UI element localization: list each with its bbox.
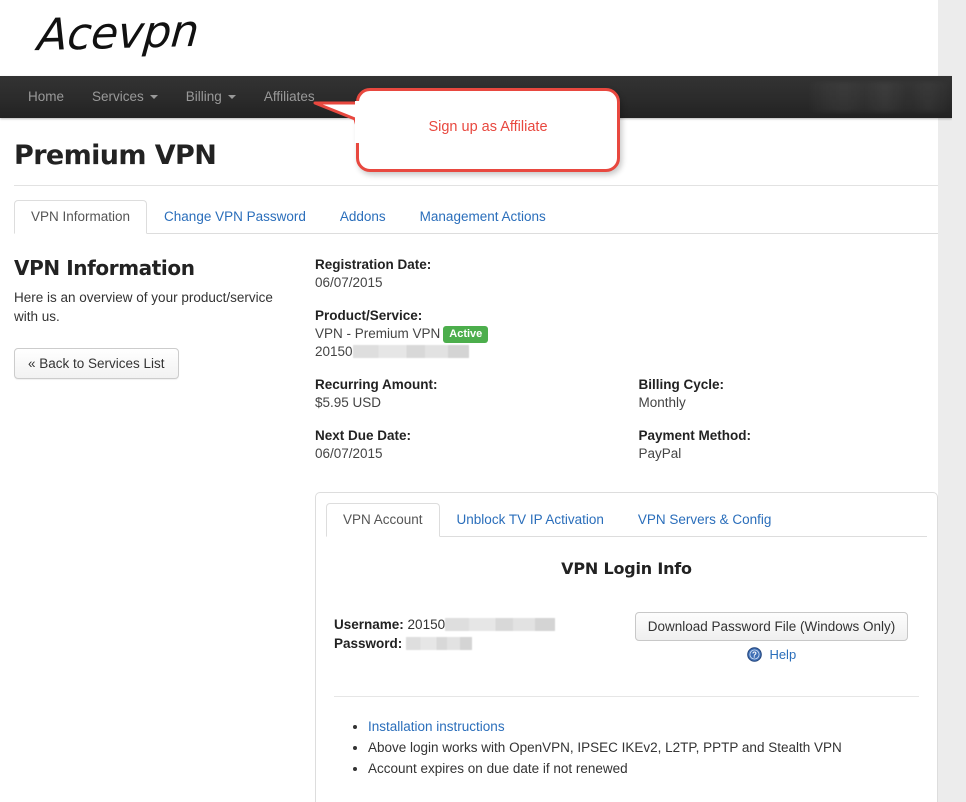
detail-col-left-2: Recurring Amount: $5.95 USD Next Due Dat… (315, 376, 627, 478)
password-line: Password: (334, 634, 624, 653)
nav-item-label: Services (92, 89, 144, 104)
site-logo[interactable]: Acevpn (36, 6, 201, 61)
installation-instructions-link[interactable]: Installation instructions (368, 719, 505, 734)
help-link[interactable]: Help (769, 647, 796, 662)
status-badge: Active (443, 326, 489, 343)
sidebar-title: VPN Information (14, 256, 195, 280)
page-root: Acevpn Home Services Billing Affiliates (0, 0, 952, 802)
redacted-block (352, 345, 469, 358)
tab-change-vpn-password[interactable]: Change VPN Password (147, 200, 323, 234)
sidebar-description: Here is an overview of your product/serv… (14, 290, 273, 324)
login-row: Username: 20150 Password: Download Passw… (334, 612, 919, 662)
download-password-file-button[interactable]: Download Password File (Windows Only) (634, 612, 909, 641)
credentials-block: Username: 20150 Password: (334, 612, 624, 653)
product-id-prefix: 20150 (315, 344, 353, 359)
page-scroll-strip[interactable] (938, 0, 952, 802)
nav-item-services[interactable]: Services (78, 76, 172, 118)
vpn-account-panel: VPN Account Unblock TV IP Activation VPN… (315, 492, 938, 802)
nav-item-home[interactable]: Home (14, 76, 78, 118)
question-circle-icon[interactable]: ? (747, 647, 762, 662)
sidebar-column: VPN Information Here is an overview of y… (14, 256, 306, 802)
details-column: Registration Date: 06/07/2015 Product/Se… (306, 256, 938, 802)
primary-tabs: VPN Information Change VPN Password Addo… (14, 200, 938, 234)
chevron-down-icon (149, 95, 158, 99)
site-header: Acevpn (0, 0, 952, 76)
redacted-block (406, 637, 473, 650)
download-block: Download Password File (Windows Only) ? … (624, 612, 919, 662)
body-row: VPN Information Here is an overview of y… (14, 256, 938, 802)
field-product-service: Product/Service: VPN - Premium VPN Active… (315, 307, 627, 361)
redacted-block (445, 618, 556, 631)
field-next-due-date: Next Due Date: 06/07/2015 (315, 427, 627, 463)
list-item: Above login works with OpenVPN, IPSEC IK… (368, 738, 919, 758)
list-item: Installation instructions (368, 717, 919, 737)
chevron-down-icon (227, 95, 236, 99)
svg-text:?: ? (752, 651, 757, 660)
product-id-line: 20150 (315, 343, 627, 361)
title-divider (14, 185, 938, 186)
list-item: Account expires on due date if not renew… (368, 759, 919, 779)
tab-unblock-tv-ip-activation[interactable]: Unblock TV IP Activation (440, 503, 621, 537)
field-registration-date: Registration Date: 06/07/2015 (315, 256, 627, 292)
detail-col-left: Registration Date: 06/07/2015 Product/Se… (315, 256, 627, 376)
detail-col-right-top (627, 256, 939, 376)
help-row: ? Help (624, 647, 919, 662)
field-label: Recurring Amount: (315, 377, 438, 392)
affiliate-callout-text: Sign up as Affiliate (428, 119, 548, 135)
tab-vpn-information[interactable]: VPN Information (14, 200, 148, 234)
back-to-services-list-button[interactable]: « Back to Services List (14, 348, 179, 379)
tab-management-actions[interactable]: Management Actions (403, 200, 563, 234)
username-line: Username: 20150 (334, 615, 624, 634)
field-value: $5.95 USD (315, 395, 382, 410)
field-value: VPN - Premium VPN Active (315, 325, 627, 343)
tab-vpn-servers-config[interactable]: VPN Servers & Config (621, 503, 789, 537)
notes-list: Installation instructions Above login wo… (334, 717, 919, 779)
detail-col-right-2: Billing Cycle: Monthly Payment Method: P… (627, 376, 939, 478)
panel-tabs: VPN Account Unblock TV IP Activation VPN… (326, 503, 927, 537)
page-content: Premium VPN VPN Information Change VPN P… (0, 140, 952, 802)
panel-body: VPN Login Info Username: 20150 Password: (316, 537, 937, 779)
affiliate-callout: Sign up as Affiliate (313, 88, 620, 172)
username-label: Username: (334, 617, 404, 632)
field-label: Next Due Date: (315, 428, 412, 443)
field-value: PayPal (638, 446, 682, 461)
panel-divider (334, 696, 919, 697)
field-value: Monthly (638, 395, 686, 410)
tab-addons[interactable]: Addons (323, 200, 403, 234)
nav-item-label: Home (28, 89, 65, 104)
username-value: 20150 (407, 617, 446, 632)
nav-item-billing[interactable]: Billing (172, 76, 250, 118)
field-label: Product/Service: (315, 308, 423, 323)
field-billing-cycle: Billing Cycle: Monthly (639, 376, 939, 412)
field-value: 06/07/2015 (315, 446, 383, 461)
field-recurring-amount: Recurring Amount: $5.95 USD (315, 376, 627, 412)
vpn-login-info-heading: VPN Login Info (561, 559, 692, 578)
service-detail-grid: Registration Date: 06/07/2015 Product/Se… (315, 256, 938, 478)
field-label: Billing Cycle: (638, 377, 725, 392)
callout-tail-icon (313, 101, 373, 143)
password-label: Password: (334, 636, 403, 651)
product-name: VPN - Premium VPN (315, 326, 441, 341)
field-value: 06/07/2015 (315, 275, 383, 290)
field-label: Registration Date: (315, 257, 432, 272)
field-label: Payment Method: (638, 428, 752, 443)
account-menu-redacted[interactable] (806, 82, 952, 112)
field-payment-method: Payment Method: PayPal (639, 427, 939, 463)
nav-item-label: Affiliates (263, 89, 315, 104)
tab-vpn-account[interactable]: VPN Account (326, 503, 440, 537)
nav-item-label: Billing (185, 89, 222, 104)
